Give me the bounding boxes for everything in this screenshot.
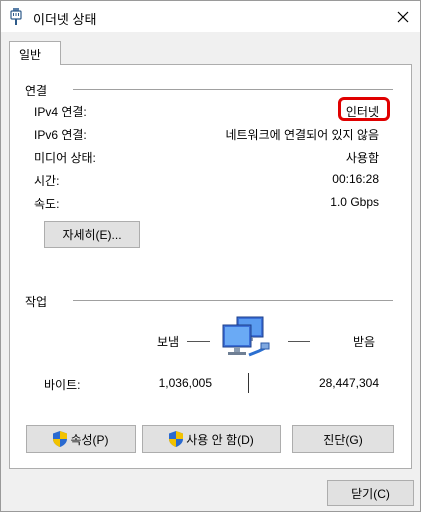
window-title: 이더넷 상태	[33, 12, 97, 27]
sent-line	[187, 341, 210, 342]
sent-label: 보냄	[157, 335, 180, 349]
received-label: 받음	[353, 335, 376, 349]
speed-value: 1.0 Gbps	[330, 195, 379, 209]
activity-divider	[73, 300, 393, 301]
diagnose-button[interactable]: 진단(G)	[292, 425, 394, 453]
activity-heading: 작업	[25, 295, 48, 309]
bytes-label: 바이트:	[44, 378, 81, 392]
received-bytes-value: 28,447,304	[318, 376, 379, 390]
details-button[interactable]: 자세히(E)...	[44, 221, 140, 248]
close-button[interactable]: 닫기(C)	[327, 480, 414, 506]
disable-label: 사용 안 함(D)	[186, 432, 254, 447]
properties-label: 속성(P)	[70, 432, 109, 447]
bytes-separator	[248, 373, 249, 393]
tab-general[interactable]: 일반	[9, 41, 61, 65]
connection-divider	[73, 89, 393, 90]
close-window-button[interactable]	[386, 1, 420, 32]
received-line	[288, 341, 310, 342]
title-bar: 이더넷 상태	[1, 1, 420, 32]
media-state-value: 사용함	[345, 151, 379, 165]
close-icon	[397, 11, 409, 22]
ethernet-icon	[10, 8, 22, 25]
ipv4-label: IPv4 연결:	[34, 105, 87, 119]
duration-label: 시간:	[34, 174, 60, 188]
connection-heading: 연결	[25, 84, 48, 98]
ethernet-status-dialog: 이더넷 상태 일반 연결 IPv4 연결: 인터넷 IPv6 연결: 네트워크에…	[0, 0, 421, 512]
ipv6-value: 네트워크에 연결되어 있지 않음	[225, 128, 379, 142]
speed-label: 속도:	[34, 197, 60, 211]
disable-button[interactable]: 사용 안 함(D)	[142, 425, 281, 453]
properties-button[interactable]: 속성(P)	[26, 425, 136, 453]
ipv4-highlight-box	[338, 97, 390, 121]
network-computers-icon	[222, 316, 270, 357]
uac-shield-icon	[169, 431, 184, 447]
duration-value: 00:16:28	[332, 172, 379, 186]
ipv6-label: IPv6 연결:	[34, 128, 87, 142]
uac-shield-icon	[53, 431, 68, 447]
media-state-label: 미디어 상태:	[34, 151, 96, 165]
general-panel	[9, 64, 412, 469]
sent-bytes-value: 1,036,005	[158, 376, 212, 390]
